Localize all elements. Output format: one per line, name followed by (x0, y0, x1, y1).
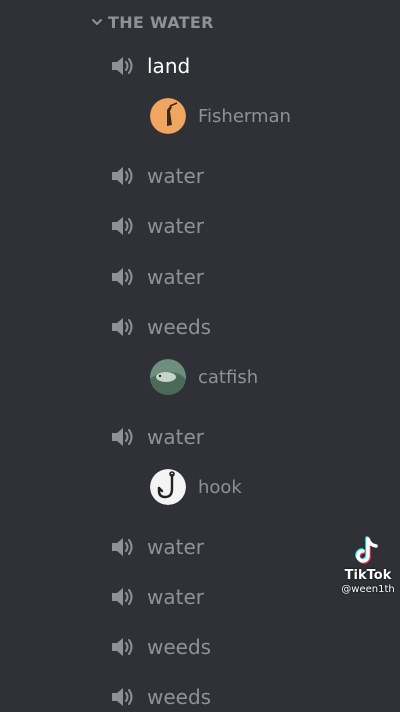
category-the-water[interactable]: THE WATER (90, 11, 214, 33)
voice-channel-weeds[interactable]: weeds (110, 632, 211, 662)
speaker-icon (112, 538, 133, 556)
chevron-down-icon (92, 19, 102, 25)
channel-name: water (147, 164, 204, 188)
tiktok-watermark: TikTok @ween1th (336, 536, 400, 595)
member-name: Fisherman (198, 105, 291, 127)
voice-channel-water[interactable]: water (110, 422, 204, 452)
speaker-icon (112, 217, 133, 235)
avatar (150, 469, 186, 505)
voice-channel-water[interactable]: water (110, 582, 204, 612)
tiktok-brand: TikTok (344, 568, 392, 583)
channel-name: water (147, 265, 204, 289)
avatar (150, 359, 186, 395)
channel-name: water (147, 425, 204, 449)
voice-channel-water[interactable]: water (110, 532, 204, 562)
voice-member-fisherman[interactable]: Fisherman (150, 98, 291, 134)
voice-member-catfish[interactable]: catfish (150, 359, 258, 395)
member-name: hook (198, 476, 242, 498)
tiktok-handle: @ween1th (341, 584, 395, 595)
speaker-icon (112, 688, 133, 706)
channel-name: weeds (147, 685, 212, 709)
voice-channel-water[interactable]: water (110, 262, 204, 292)
channel-name: water (147, 535, 204, 559)
voice-channel-weeds[interactable]: weeds (110, 682, 211, 712)
speaker-icon (112, 268, 133, 286)
channel-name: weeds (147, 315, 212, 339)
tiktok-logo-icon (355, 536, 378, 564)
speaker-icon (112, 638, 133, 656)
voice-member-hook[interactable]: hook (150, 469, 242, 505)
speaker-icon (112, 167, 133, 185)
speaker-icon (112, 428, 133, 446)
speaker-icon (112, 318, 133, 336)
voice-channel-water[interactable]: water (110, 211, 204, 241)
voice-channel-water[interactable]: water (110, 161, 204, 191)
avatar (150, 98, 186, 134)
speaker-icon (112, 588, 133, 606)
channel-name: water (147, 214, 204, 238)
voice-channel-land[interactable]: land (110, 51, 190, 81)
category-label: THE WATER (108, 12, 214, 32)
channel-name: water (147, 585, 204, 609)
member-name: catfish (198, 366, 259, 388)
channel-name: weeds (147, 635, 212, 659)
speaker-icon (112, 57, 133, 75)
channel-name: land (147, 54, 191, 78)
voice-channel-weeds[interactable]: weeds (110, 312, 211, 342)
